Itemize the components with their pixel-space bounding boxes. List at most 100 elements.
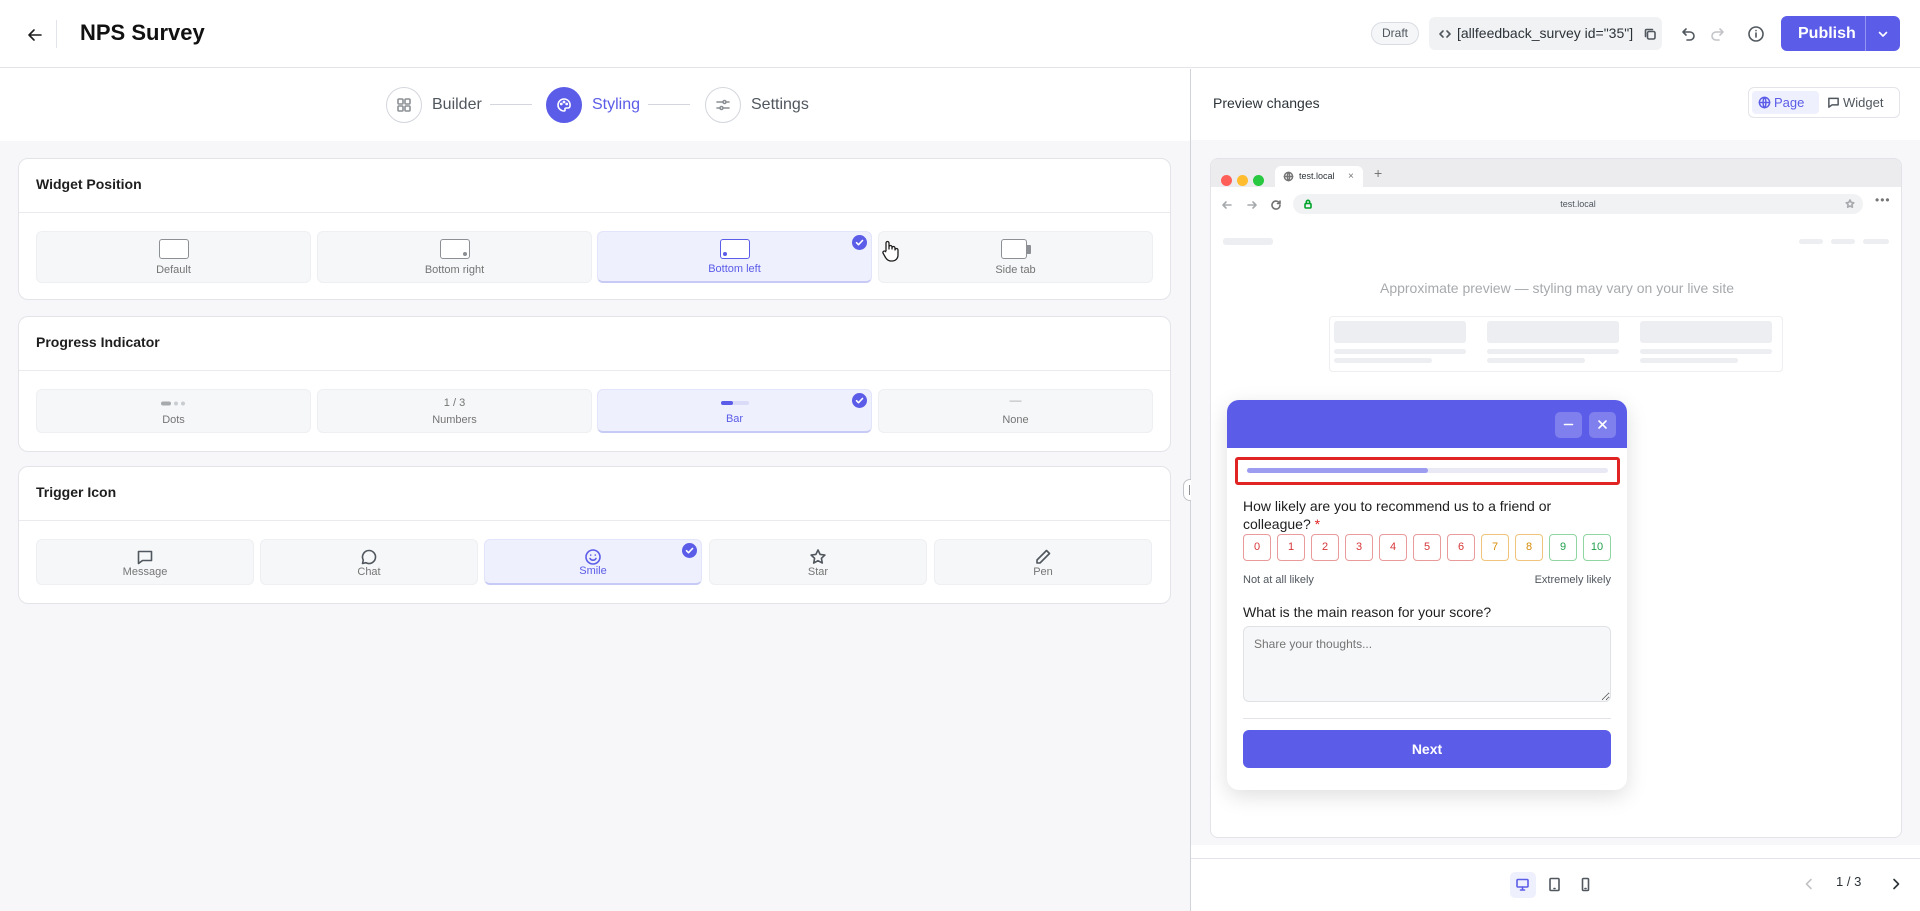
mode-label: Page bbox=[1774, 95, 1805, 110]
message-icon bbox=[1828, 97, 1839, 108]
publish-button[interactable]: Publish bbox=[1781, 16, 1900, 51]
widget-position-card: Widget Position Default Bottom right Bot… bbox=[18, 158, 1171, 300]
globe-icon bbox=[1758, 96, 1771, 109]
score-button-6[interactable]: 6 bbox=[1447, 534, 1475, 561]
grid-icon bbox=[397, 98, 411, 112]
step-connector bbox=[490, 104, 532, 105]
palette-icon bbox=[557, 98, 571, 112]
desktop-view-button[interactable] bbox=[1510, 872, 1536, 898]
score-button-3[interactable]: 3 bbox=[1345, 534, 1373, 561]
preview-title: Preview changes bbox=[1213, 95, 1320, 111]
globe-icon bbox=[1283, 171, 1294, 182]
answer-textarea[interactable] bbox=[1243, 626, 1611, 702]
chevron-down-icon[interactable] bbox=[1876, 27, 1890, 41]
maximize-dot bbox=[1253, 175, 1264, 186]
score-button-2[interactable]: 2 bbox=[1311, 534, 1339, 561]
score-button-1[interactable]: 1 bbox=[1277, 534, 1305, 561]
skeleton-cards bbox=[1329, 316, 1783, 372]
position-option-side-tab[interactable]: Side tab bbox=[878, 231, 1153, 283]
close-button[interactable] bbox=[1589, 412, 1616, 438]
browser-mockup: test.local × + test.local ••• Approximat… bbox=[1210, 158, 1902, 838]
mode-widget-button[interactable]: Widget bbox=[1821, 91, 1897, 114]
next-button[interactable]: Next bbox=[1243, 730, 1611, 768]
arrow-left-icon bbox=[28, 29, 42, 41]
survey-widget: How likely are you to recommend us to a … bbox=[1227, 400, 1627, 790]
progress-option-dots[interactable]: Dots bbox=[36, 389, 311, 433]
info-icon[interactable] bbox=[1747, 25, 1765, 43]
progress-option-none[interactable]: — None bbox=[878, 389, 1153, 433]
trigger-option-pen[interactable]: Pen bbox=[934, 539, 1152, 585]
position-option-bottom-right[interactable]: Bottom right bbox=[317, 231, 592, 283]
score-button-8[interactable]: 8 bbox=[1515, 534, 1543, 561]
progress-option-bar[interactable]: Bar bbox=[597, 389, 872, 433]
step-label: Builder bbox=[432, 96, 482, 113]
position-option-bottom-left[interactable]: Bottom left bbox=[597, 231, 872, 283]
styling-panel: Builder Styling Settings Widget Position… bbox=[0, 69, 1190, 911]
minimize-button[interactable] bbox=[1555, 412, 1582, 438]
trigger-option-message[interactable]: Message bbox=[36, 539, 254, 585]
option-label: Chat bbox=[357, 566, 381, 578]
skeleton-nav bbox=[1863, 239, 1889, 244]
mobile-view-button[interactable] bbox=[1573, 872, 1599, 898]
lock-icon bbox=[1304, 199, 1312, 209]
option-label: Message bbox=[122, 566, 168, 578]
undo-icon[interactable] bbox=[1679, 25, 1697, 43]
url-bar: test.local bbox=[1293, 194, 1863, 214]
chevron-right-icon[interactable] bbox=[1888, 876, 1904, 892]
pen-icon bbox=[1036, 549, 1051, 564]
status-badge: Draft bbox=[1371, 22, 1420, 45]
position-option-default[interactable]: Default bbox=[36, 231, 311, 283]
minimize-dot bbox=[1237, 175, 1248, 186]
trigger-option-chat[interactable]: Chat bbox=[260, 539, 478, 585]
none-preview: — bbox=[1009, 393, 1022, 407]
progress-fill bbox=[1247, 468, 1428, 473]
shortcode-field[interactable]: [allfeedback_survey id="35"] bbox=[1429, 17, 1662, 50]
card-title: Widget Position bbox=[36, 176, 142, 192]
redo-icon[interactable] bbox=[1709, 25, 1727, 43]
trigger-icon-card: Trigger Icon Message Chat Smile Star Pen bbox=[18, 466, 1171, 604]
option-label: Pen bbox=[1033, 566, 1053, 578]
arrow-left-icon bbox=[1222, 201, 1232, 209]
divider bbox=[1243, 718, 1611, 719]
pager: 1 / 3 bbox=[1836, 874, 1862, 889]
step-settings[interactable]: Settings bbox=[705, 86, 809, 124]
score-button-5[interactable]: 5 bbox=[1413, 534, 1441, 561]
shortcode-text: [allfeedback_survey id="35"] bbox=[1457, 25, 1634, 41]
score-button-7[interactable]: 7 bbox=[1481, 534, 1509, 561]
browser-toolbar: test.local bbox=[1211, 187, 1901, 224]
mode-page-button[interactable]: Page bbox=[1752, 91, 1819, 114]
code-icon bbox=[1439, 30, 1451, 38]
message-icon bbox=[137, 550, 153, 565]
cursor-hand-icon bbox=[882, 240, 899, 262]
trigger-option-star[interactable]: Star bbox=[709, 539, 927, 585]
score-button-0[interactable]: 0 bbox=[1243, 534, 1271, 561]
back-button[interactable] bbox=[24, 24, 46, 46]
sliders-icon bbox=[716, 99, 730, 111]
skeleton-nav bbox=[1831, 239, 1855, 244]
score-button-9[interactable]: 9 bbox=[1549, 534, 1577, 561]
position-default-icon bbox=[158, 239, 189, 259]
skeleton-nav bbox=[1799, 239, 1823, 244]
position-bottom-right-icon bbox=[439, 239, 470, 259]
trigger-option-smile[interactable]: Smile bbox=[484, 539, 702, 585]
score-button-10[interactable]: 10 bbox=[1583, 534, 1611, 561]
divider bbox=[56, 20, 57, 48]
option-label: Smile bbox=[579, 565, 607, 577]
option-label: Bottom left bbox=[708, 263, 761, 275]
card-title: Progress Indicator bbox=[36, 334, 160, 350]
tab-close-icon: × bbox=[1348, 171, 1354, 182]
option-label: None bbox=[1002, 414, 1029, 426]
tablet-view-button[interactable] bbox=[1542, 872, 1568, 898]
option-label: Bottom right bbox=[424, 264, 485, 276]
progress-option-numbers[interactable]: 1 / 3 Numbers bbox=[317, 389, 592, 433]
step-label: Settings bbox=[751, 96, 809, 113]
smile-icon bbox=[585, 549, 601, 565]
page-title: NPS Survey bbox=[80, 20, 205, 45]
step-styling[interactable]: Styling bbox=[546, 86, 640, 124]
score-button-4[interactable]: 4 bbox=[1379, 534, 1407, 561]
chevron-left-icon[interactable] bbox=[1801, 876, 1817, 892]
copy-icon[interactable] bbox=[1643, 27, 1657, 41]
progress-bar bbox=[1247, 468, 1608, 473]
step-builder[interactable]: Builder bbox=[386, 86, 482, 124]
desktop-icon bbox=[1516, 878, 1529, 891]
